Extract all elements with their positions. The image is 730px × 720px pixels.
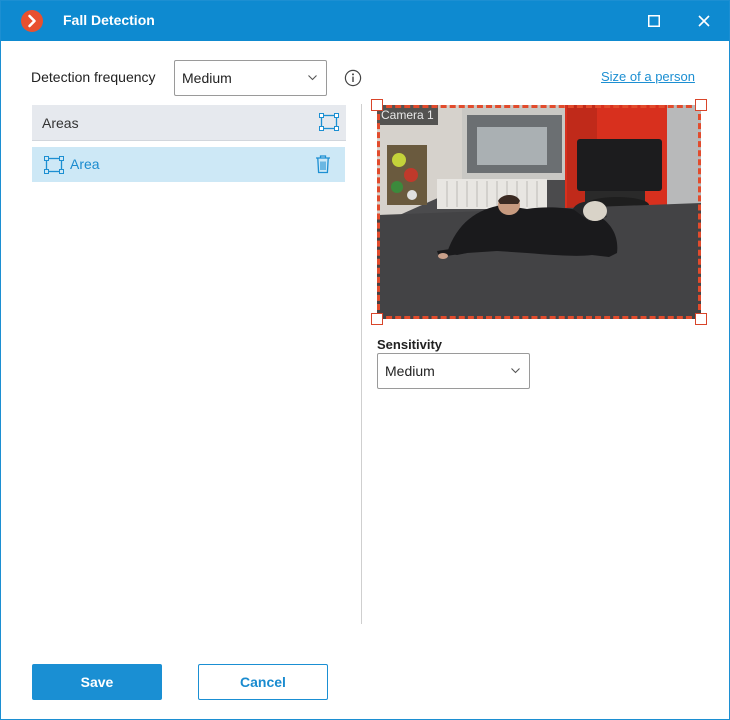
detection-frequency-select[interactable]: Medium	[174, 60, 327, 96]
title-bar: Fall Detection	[1, 1, 729, 41]
sensitivity-select[interactable]: Medium	[377, 353, 530, 389]
area-list-item[interactable]: Area	[32, 147, 345, 182]
detection-frequency-label: Detection frequency	[31, 69, 156, 85]
trash-icon[interactable]	[315, 154, 331, 174]
cancel-button[interactable]: Cancel	[198, 664, 328, 700]
zone-handle-top-left[interactable]	[371, 99, 383, 111]
app-logo-icon	[21, 10, 43, 32]
areas-header-label: Areas	[42, 115, 79, 131]
sensitivity-value: Medium	[385, 363, 435, 379]
size-of-person-link[interactable]: Size of a person	[601, 69, 695, 84]
close-button[interactable]	[681, 1, 727, 41]
info-icon[interactable]	[344, 69, 362, 87]
camera-preview[interactable]: Camera 1	[377, 105, 701, 319]
close-icon	[698, 15, 710, 27]
zone-handle-bottom-left[interactable]	[371, 313, 383, 325]
camera-label: Camera 1	[377, 105, 438, 125]
camera-frame-image	[377, 105, 701, 319]
chevron-down-icon	[308, 75, 317, 81]
detection-frequency-value: Medium	[182, 70, 232, 86]
sensitivity-label: Sensitivity	[377, 337, 443, 352]
panel-divider	[361, 104, 362, 624]
zone-handle-top-right[interactable]	[695, 99, 707, 111]
window-title: Fall Detection	[63, 12, 155, 28]
save-button[interactable]: Save	[32, 664, 162, 700]
fall-detection-dialog: Fall Detection Detection frequency Mediu…	[0, 0, 730, 720]
chevron-down-icon	[511, 368, 520, 374]
maximize-button[interactable]	[631, 1, 677, 41]
area-item-label: Area	[70, 156, 100, 172]
areas-header: Areas	[32, 105, 346, 141]
add-area-icon[interactable]	[319, 113, 339, 131]
area-icon	[44, 156, 64, 174]
zone-handle-bottom-right[interactable]	[695, 313, 707, 325]
maximize-icon	[648, 15, 660, 27]
